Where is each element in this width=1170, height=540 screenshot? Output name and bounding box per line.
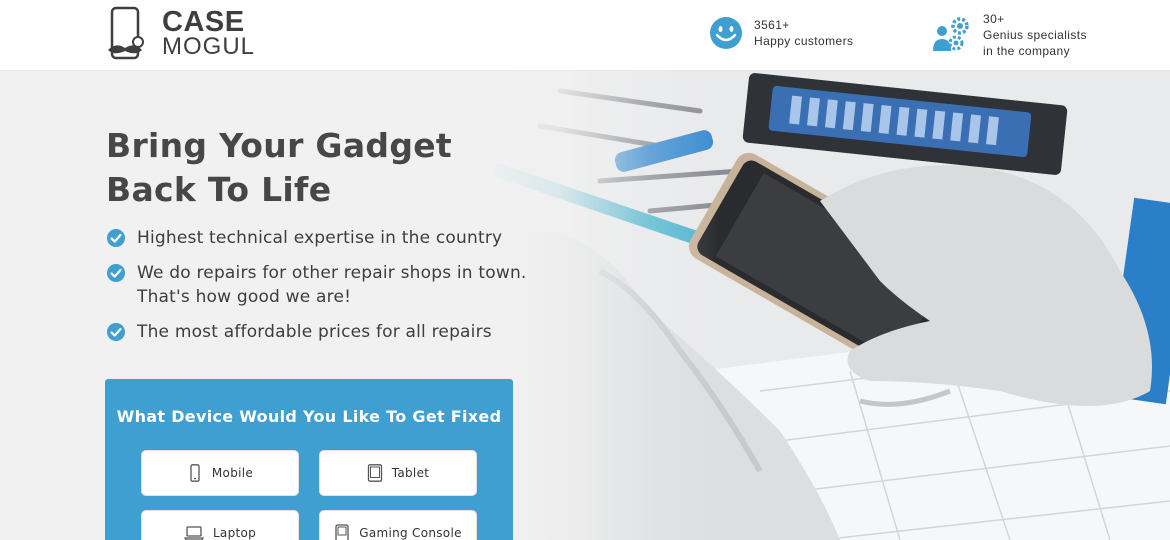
device-button-mobile[interactable]: Mobile: [141, 450, 299, 496]
device-label: Laptop: [212, 526, 257, 540]
stat-value: 3561+: [754, 18, 790, 32]
feature-text: The most affordable prices for all repai…: [137, 322, 492, 342]
device-button-tablet[interactable]: Tablet: [319, 450, 477, 496]
stat-label: Happy customers: [754, 34, 854, 48]
stat-genius-specialists: 30+ Genius specialists in the company: [932, 11, 1087, 59]
device-panel-title: What Device Would You Like To Get Fixed: [116, 407, 502, 426]
phone-mustache-logo-icon: [108, 6, 144, 60]
check-circle-icon: [107, 323, 125, 341]
headline-line1: Bring Your Gadget: [106, 126, 452, 165]
gaming-console-icon: [335, 524, 349, 540]
stat-label-line2: in the company: [983, 44, 1070, 58]
device-label: Gaming Console: [359, 526, 462, 540]
laptop-icon: [183, 526, 204, 540]
feature-item: We do repairs for other repair shops in …: [107, 261, 527, 309]
logo-text-line2: MOGUL: [162, 33, 256, 61]
tablet-icon: [367, 464, 382, 482]
site-header: CASE MOGUL 3561+ Happy customers 30+ Gen…: [0, 0, 1170, 71]
feature-list: Highest technical expertise in the count…: [107, 226, 527, 355]
device-label: Tablet: [391, 466, 430, 480]
feature-item: The most affordable prices for all repai…: [107, 320, 527, 344]
device-label: Mobile: [211, 466, 254, 480]
hero-headline: Bring Your Gadget Back To Life: [106, 124, 452, 212]
check-circle-icon: [107, 264, 125, 282]
headline-line2: Back To Life: [106, 170, 332, 209]
mobile-icon: [190, 464, 200, 482]
smiley-icon: [710, 17, 742, 49]
device-selector-panel: What Device Would You Like To Get Fixed …: [105, 379, 513, 540]
device-button-gaming-console[interactable]: Gaming Console: [319, 510, 477, 540]
specialists-gears-icon: [933, 17, 969, 51]
logo-text-line1: CASE: [162, 5, 245, 38]
stat-value: 30+: [983, 12, 1005, 26]
feature-item: Highest technical expertise in the count…: [107, 226, 527, 250]
feature-text: Highest technical expertise in the count…: [137, 228, 503, 248]
device-button-laptop[interactable]: Laptop: [141, 510, 299, 540]
stat-label-line1: Genius specialists: [983, 28, 1087, 42]
feature-text-line1: We do repairs for other repair shops in …: [137, 263, 527, 283]
check-circle-icon: [107, 229, 125, 247]
logo[interactable]: CASE MOGUL: [106, 6, 255, 62]
stat-happy-customers: 3561+ Happy customers: [709, 16, 853, 50]
feature-text-line2: That's how good we are!: [137, 287, 352, 307]
